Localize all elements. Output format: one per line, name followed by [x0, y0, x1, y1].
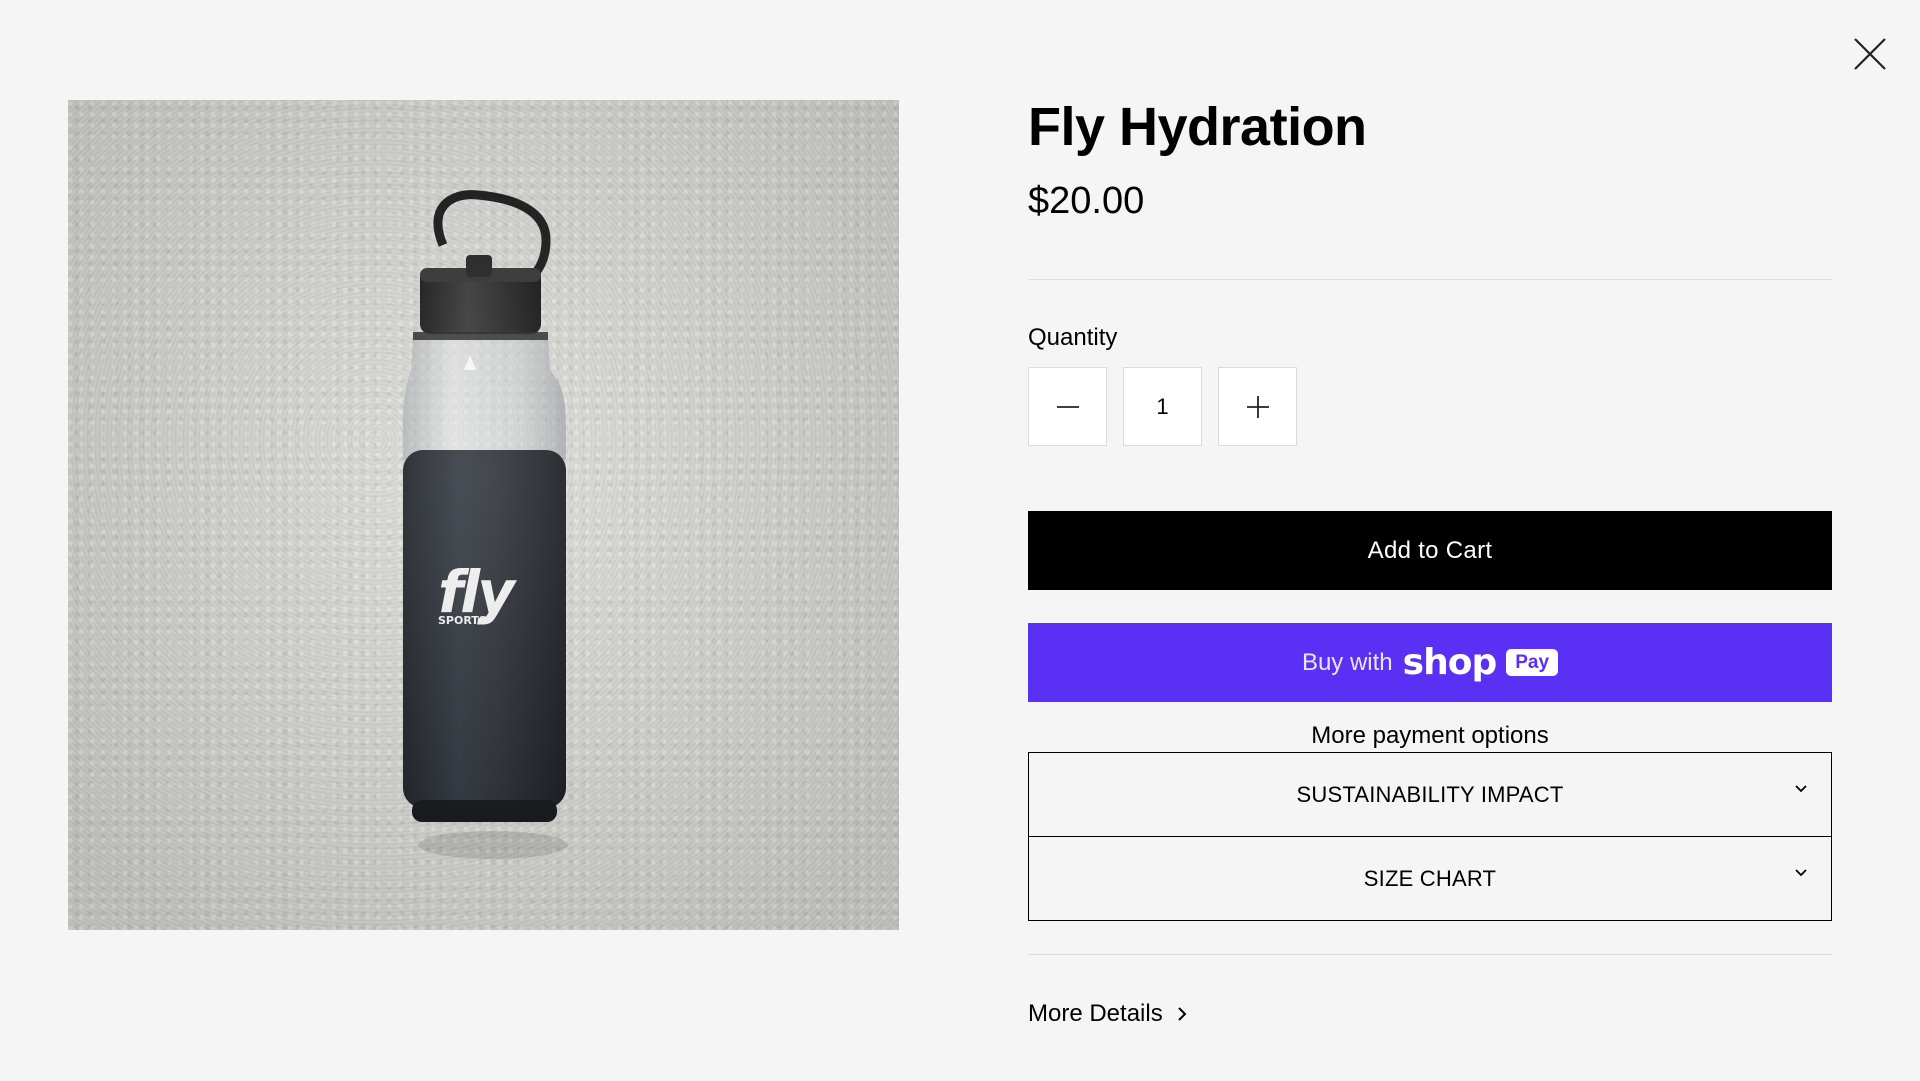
- close-icon: [1854, 38, 1886, 70]
- minus-icon: [1056, 405, 1079, 408]
- product-image[interactable]: fly SPORTS: [68, 100, 899, 930]
- chevron-right-icon: [1178, 1007, 1187, 1021]
- buy-with-label: Buy with: [1301, 648, 1393, 676]
- quick-view-modal: fly SPORTS Fly Hydration $20.00 Quantity…: [0, 0, 1920, 1081]
- water-bottle-illustration: fly SPORTS: [403, 190, 568, 859]
- sports-logo-text: SPORTS: [438, 614, 487, 627]
- quantity-label: Quantity: [1028, 324, 1118, 351]
- accordion-size-chart[interactable]: SIZE CHART: [1028, 837, 1832, 921]
- shop-pay-button[interactable]: Buy with shop Pay: [1028, 623, 1832, 702]
- quantity-increase-button[interactable]: [1218, 367, 1297, 446]
- accordion-label: SIZE CHART: [1363, 865, 1497, 891]
- more-details-link[interactable]: More Details: [1028, 1000, 1191, 1028]
- close-button[interactable]: [1852, 36, 1888, 72]
- more-details-label: More Details: [1028, 1000, 1163, 1027]
- chevron-down-icon: [1795, 869, 1807, 877]
- quantity-input[interactable]: 1: [1123, 367, 1202, 446]
- accordion-sustainability-impact[interactable]: SUSTAINABILITY IMPACT: [1028, 752, 1832, 837]
- add-to-cart-button[interactable]: Add to Cart: [1028, 511, 1832, 590]
- chevron-down-icon: [1795, 785, 1807, 793]
- product-price: $20.00: [1028, 180, 1145, 222]
- plus-icon: [1246, 395, 1269, 418]
- divider: [1028, 279, 1832, 280]
- pay-badge: Pay: [1506, 649, 1559, 676]
- accordion-label: SUSTAINABILITY IMPACT: [1296, 781, 1564, 807]
- shop-pay-logo: shop: [1402, 642, 1498, 683]
- quantity-decrease-button[interactable]: [1028, 367, 1107, 446]
- divider: [1028, 954, 1832, 955]
- more-payment-options-link[interactable]: More payment options: [1028, 722, 1832, 750]
- product-title: Fly Hydration: [1028, 97, 1367, 157]
